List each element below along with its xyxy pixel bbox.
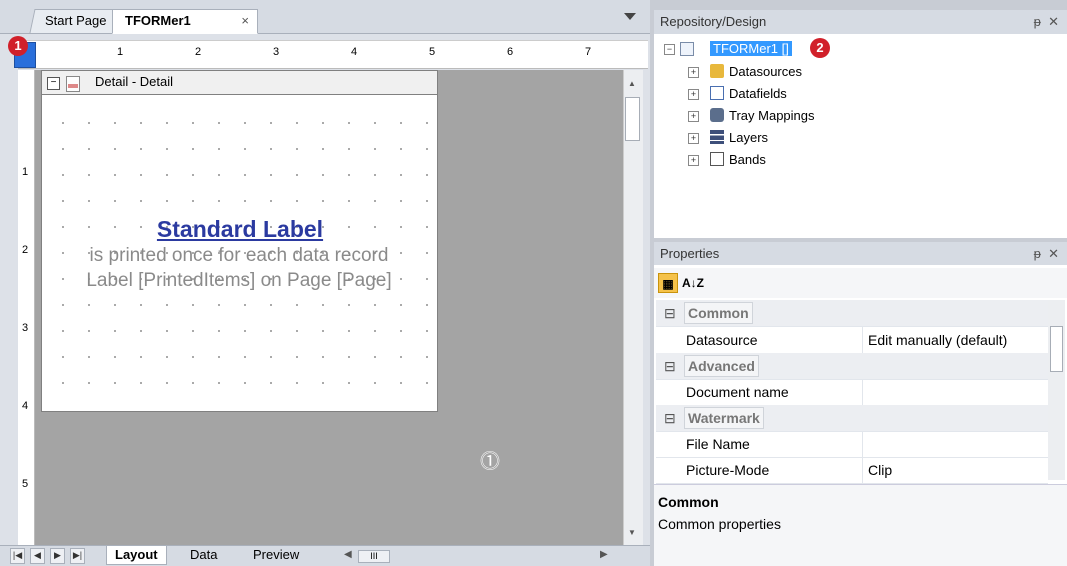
tree-item-bands[interactable]: Bands [729,149,766,170]
callout-marker-1: 1 [8,36,28,56]
vertical-ruler [18,70,35,545]
property-value[interactable]: Edit manually (default) [868,327,1007,353]
pin-icon[interactable]: ᵽ [1034,246,1041,261]
category-advanced[interactable]: ⊟ Advanced [656,353,1048,380]
ruler-h-number: 4 [351,46,358,58]
ruler-h-number: 2 [195,46,202,58]
collapse-icon[interactable]: ⊟ [664,353,676,379]
canvas-scroll-thumb[interactable] [625,97,640,141]
ruler-h-number: 3 [273,46,280,58]
label-title-text[interactable]: Standard Label [60,216,420,243]
tree-root[interactable]: TFORMer1 [] [710,38,792,59]
ruler-v-number: 4 [22,400,29,412]
hscroll-left-icon[interactable]: ◀ [344,549,352,560]
datasources-icon [710,64,724,78]
document-icon [680,42,694,56]
hscroll-right-icon[interactable]: ▶ [600,549,608,560]
tree-item-datafields[interactable]: Datafields [729,83,787,104]
tree-expand-icon[interactable]: + [688,111,699,122]
category-watermark[interactable]: ⊟ Watermark [656,405,1048,432]
scroll-up-icon[interactable]: ▲ [628,79,636,88]
category-common[interactable]: ⊟ Common [656,300,1048,327]
tree-expand-icon[interactable]: + [688,89,699,100]
scroll-down-icon[interactable]: ▼ [628,528,636,537]
category-label: Common [684,302,753,324]
canvas-anchor-icon: ⓵ [480,451,500,473]
tree-expand-icon[interactable]: + [688,155,699,166]
canvas-vertical-scrollbar[interactable] [623,70,643,545]
label-page-info-line[interactable]: Label [PrintedItems] on Page [Page] [44,270,434,292]
property-name: Document name [686,384,789,400]
close-icon[interactable]: ✕ [1048,14,1059,29]
tab-start-page-label: Start Page [45,13,107,28]
category-label: Watermark [684,407,764,429]
collapse-icon[interactable]: ⊟ [664,405,676,431]
category-label: Advanced [684,355,759,377]
property-row-picture-mode[interactable]: Picture-Mode Clip [656,457,1048,484]
property-name: Datasource [686,332,758,348]
label-description-line[interactable]: is printed once for each data record [44,245,434,267]
properties-panel-title: Properties [660,246,720,261]
tree-expand-icon[interactable]: + [688,133,699,144]
ruler-v-number: 5 [22,478,29,490]
tree-item-datasources[interactable]: Datasources [729,61,802,82]
bottom-tab-bar [0,545,650,566]
tab-data[interactable]: Data [182,546,225,564]
property-row-file-name[interactable]: File Name [656,431,1048,458]
categorized-view-icon[interactable]: ▦ [658,273,678,293]
tab-preview[interactable]: Preview [245,546,307,564]
nav-next-icon[interactable]: ▶ [50,548,65,564]
description-text: Common properties [658,516,781,532]
properties-toolbar [654,268,1067,298]
datafields-icon [710,86,724,100]
ruler-v-number: 2 [22,244,29,256]
callout-marker-2: 2 [810,38,830,58]
band-title: Detail - Detail [95,74,174,89]
tree-expand-icon[interactable]: + [688,67,699,78]
band-collapse-icon[interactable]: − [47,77,60,90]
repository-panel-header: Repository/Design ᵽ ✕ [654,10,1067,34]
tree-item-tray-mappings[interactable]: Tray Mappings [729,105,815,126]
close-icon[interactable]: × [241,10,249,32]
property-name: File Name [686,436,750,452]
ruler-v-number: 3 [22,322,29,334]
ruler-h-number: 5 [429,46,436,58]
properties-panel-header: Properties ᵽ ✕ [654,242,1067,266]
property-row-document-name[interactable]: Document name [656,379,1048,406]
ruler-h-number: 7 [585,46,592,58]
property-value[interactable]: Clip [868,457,892,483]
nav-prev-icon[interactable]: ◀ [30,548,45,564]
alphabetical-sort-icon[interactable]: A↓Z [682,273,704,293]
property-name: Picture-Mode [686,462,770,478]
tray-mappings-icon [710,108,724,122]
tree-collapse-icon[interactable]: − [664,44,675,55]
pin-icon[interactable]: ᵽ [1034,14,1041,29]
nav-first-icon[interactable]: |◀ [10,548,25,564]
band-icon [66,76,80,92]
ruler-h-number: 1 [117,46,124,58]
tree-root-label: TFORMer1 [] [710,41,792,56]
tab-layout[interactable]: Layout [106,546,167,565]
nav-last-icon[interactable]: ▶| [70,548,85,564]
ruler-h-number: 6 [507,46,514,58]
close-icon[interactable]: ✕ [1048,246,1059,261]
properties-scroll-thumb[interactable] [1050,326,1063,372]
hscroll-thumb[interactable]: III [358,550,390,563]
layers-icon [710,130,724,144]
tree-item-layers[interactable]: Layers [729,127,768,148]
bands-icon [710,152,724,166]
horizontal-ruler [18,40,648,69]
property-row-datasource[interactable]: Datasource Edit manually (default) [656,327,1048,354]
tab-tformer1-label: TFORMer1 [125,13,191,28]
collapse-icon[interactable]: ⊟ [664,300,676,326]
description-title: Common [658,494,719,510]
tab-tformer1[interactable]: TFORMer1 × [112,9,258,34]
repository-panel-title: Repository/Design [660,14,767,29]
tab-list-dropdown-icon[interactable] [624,13,636,20]
ruler-v-number: 1 [22,166,29,178]
